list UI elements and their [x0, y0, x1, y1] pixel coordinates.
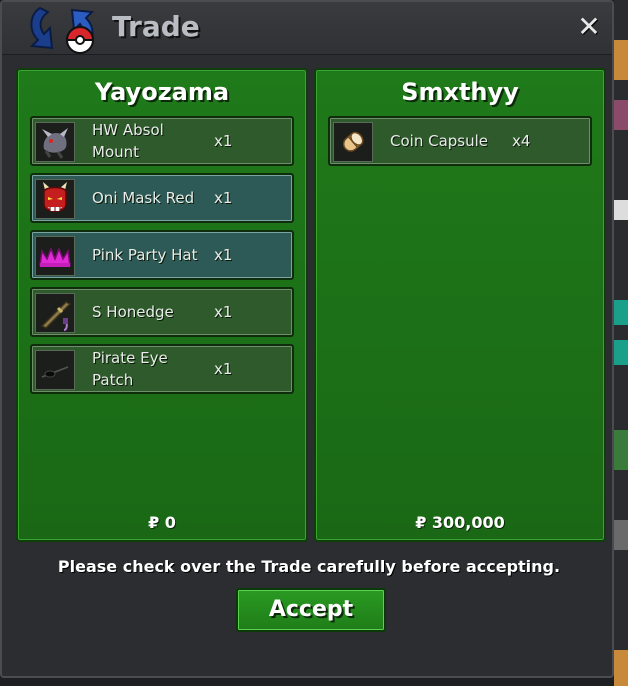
item-quantity: x1 [214, 132, 233, 150]
coin-capsule-icon [334, 123, 372, 161]
trade-item-row[interactable]: Pirate Eye Patch x1 [30, 344, 294, 394]
trade-panel-smxthyy: Smxthyy Coin Capsule x4 ₽ 300,000 [314, 68, 606, 542]
trade-notice: Please check over the Trade carefully be… [57, 557, 561, 576]
trade-item-row[interactable]: Pink Party Hat x1 [30, 230, 294, 280]
title-bar: Trade ✕ [2, 2, 612, 55]
item-slot [35, 179, 75, 219]
item-name: Oni Mask Red [92, 189, 195, 207]
honedge-icon [36, 294, 74, 332]
item-quantity: x1 [214, 303, 233, 321]
trade-window: Trade ✕ Yayozama HW Absol Mount x1 Oni M… [0, 0, 614, 678]
close-icon[interactable]: ✕ [576, 13, 602, 41]
item-name: Pirate Eye Patch [92, 349, 168, 389]
item-quantity: x1 [214, 189, 233, 207]
eye-patch-icon [36, 351, 74, 389]
oni-mask-icon [36, 180, 74, 218]
absol-mount-icon [36, 123, 74, 161]
party-hat-icon [36, 237, 74, 275]
item-quantity: x4 [512, 132, 531, 150]
item-slot [35, 350, 75, 390]
trade-item-row[interactable]: S Honedge x1 [30, 287, 294, 337]
money-offer: ₽ 0 [148, 513, 176, 532]
trade-logo-icon [29, 6, 95, 54]
trade-panel-yayozama: Yayozama HW Absol Mount x1 Oni Mask Red … [16, 68, 308, 542]
item-slot [35, 293, 75, 333]
background-game-edge [614, 0, 628, 686]
item-quantity: x1 [214, 246, 233, 264]
trade-item-row[interactable]: Oni Mask Red x1 [30, 173, 294, 223]
player-name: Yayozama [94, 78, 230, 106]
item-name: Coin Capsule [390, 132, 488, 150]
item-slot [35, 122, 75, 162]
item-slot [333, 122, 373, 162]
item-name: S Honedge [92, 303, 174, 321]
item-name: Pink Party Hat [92, 246, 198, 264]
accept-button[interactable]: Accept [236, 588, 386, 632]
window-title: Trade [112, 10, 200, 43]
item-quantity: x1 [214, 360, 233, 378]
trade-item-row[interactable]: HW Absol Mount x1 [30, 116, 294, 166]
item-slot [35, 236, 75, 276]
item-name: HW Absol Mount [92, 121, 164, 161]
player-name: Smxthyy [401, 78, 519, 106]
trade-item-row[interactable]: Coin Capsule x4 [328, 116, 592, 166]
money-offer: ₽ 300,000 [415, 513, 505, 532]
